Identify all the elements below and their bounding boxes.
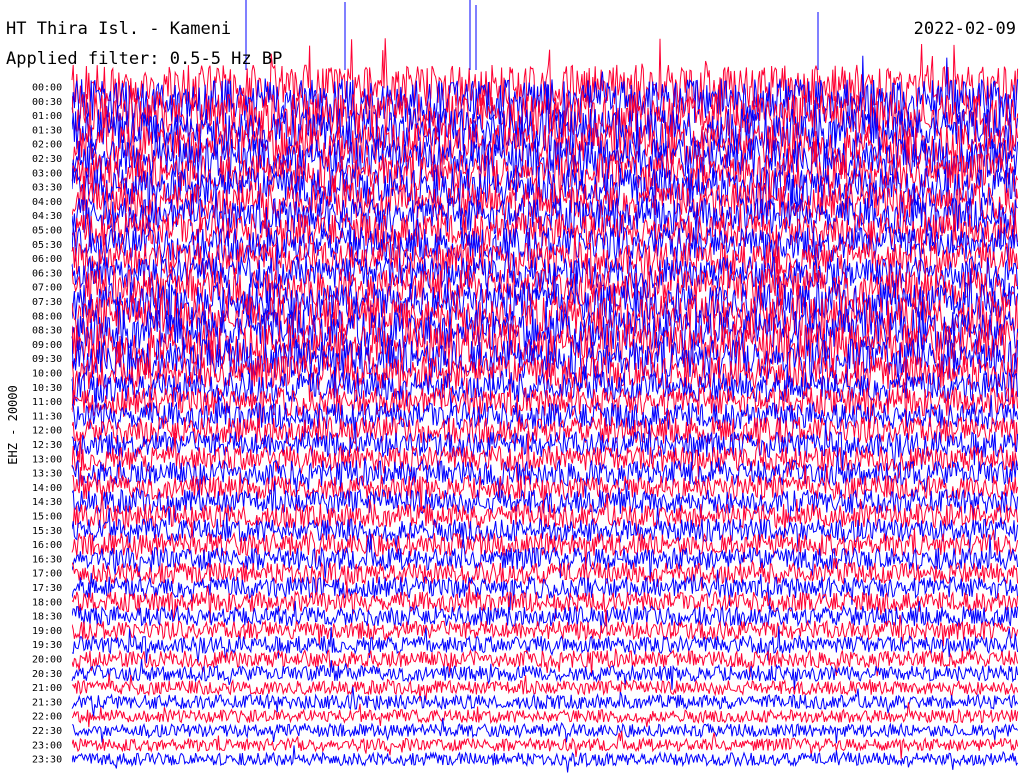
row-time-label: 19:00 <box>32 626 62 637</box>
trace-row-1000 <box>71 335 1019 411</box>
row-time-label: 17:30 <box>32 583 62 594</box>
row-time-label: 12:00 <box>32 426 62 437</box>
row-time-label: 14:30 <box>32 497 62 508</box>
row-time-label: 19:30 <box>32 640 62 651</box>
row-time-label: 13:00 <box>32 454 62 465</box>
row-time-label: 18:30 <box>32 612 62 623</box>
row-time-label: 07:00 <box>32 283 62 294</box>
row-time-label: 08:30 <box>32 326 62 337</box>
row-time-label: 15:30 <box>32 526 62 537</box>
row-time-label: 08:00 <box>32 311 62 322</box>
row-time-label: 01:00 <box>32 111 62 122</box>
row-time-label: 17:00 <box>32 569 62 580</box>
row-time-label: 11:00 <box>32 397 62 408</box>
row-time-label: 06:30 <box>32 268 62 279</box>
channel-label: EHZ - 20000 <box>6 385 20 465</box>
row-time-label: 23:00 <box>32 740 62 751</box>
trace-row-2330 <box>71 745 1019 773</box>
row-time-label: 11:30 <box>32 411 62 422</box>
row-time-label: 00:30 <box>32 97 62 108</box>
row-time-label: 03:00 <box>32 168 62 179</box>
helicorder-canvas: 00:00 00:30 01:00 01:30 02:00 02:30 03:00 03:30… <box>0 0 1024 780</box>
row-time-label: 13:30 <box>32 469 62 480</box>
row-time-label: 20:30 <box>32 669 62 680</box>
row-time-label: 06:00 <box>32 254 62 265</box>
filter-label: Applied filter: 0.5-5 Hz BP <box>6 49 283 69</box>
row-time-label: 10:30 <box>32 383 62 394</box>
row-time-label: 16:00 <box>32 540 62 551</box>
trace-row-2300 <box>71 730 1019 759</box>
row-time-label: 03:30 <box>32 183 62 194</box>
row-time-label: 10:00 <box>32 369 62 380</box>
row-time-label: 07:30 <box>32 297 62 308</box>
row-time-label: 09:00 <box>32 340 62 351</box>
row-time-label: 04:30 <box>32 211 62 222</box>
row-time-label: 01:30 <box>32 125 62 136</box>
row-time-label: 20:00 <box>32 655 62 666</box>
row-time-label: 16:30 <box>32 554 62 565</box>
row-time-label: 15:00 <box>32 512 62 523</box>
row-time-label: 05:00 <box>32 226 62 237</box>
row-time-label: 02:30 <box>32 154 62 165</box>
row-time-label: 22:00 <box>32 712 62 723</box>
row-time-label: 12:30 <box>32 440 62 451</box>
station-title: HT Thira Isl. - Kameni <box>6 19 232 39</box>
trace-row-1700 <box>71 558 1019 596</box>
row-time-label: 21:30 <box>32 697 62 708</box>
row-time-label: 02:00 <box>32 140 62 151</box>
row-time-label: 00:00 <box>32 83 62 94</box>
row-time-label: 23:30 <box>32 755 62 766</box>
record-date: 2022-02-09 <box>913 19 1016 39</box>
row-time-label: 04:00 <box>32 197 62 208</box>
row-time-label: 05:30 <box>32 240 62 251</box>
row-time-label: 18:00 <box>32 597 62 608</box>
helicorder-plot: 00:00 00:30 01:00 01:30 02:00 02:30 03:00 03:30… <box>0 0 1019 773</box>
row-time-label: 09:30 <box>32 354 62 365</box>
row-time-label: 14:00 <box>32 483 62 494</box>
trace-row-2230 <box>71 717 1019 744</box>
row-time-label: 21:00 <box>32 683 62 694</box>
row-time-label: 22:30 <box>32 726 62 737</box>
